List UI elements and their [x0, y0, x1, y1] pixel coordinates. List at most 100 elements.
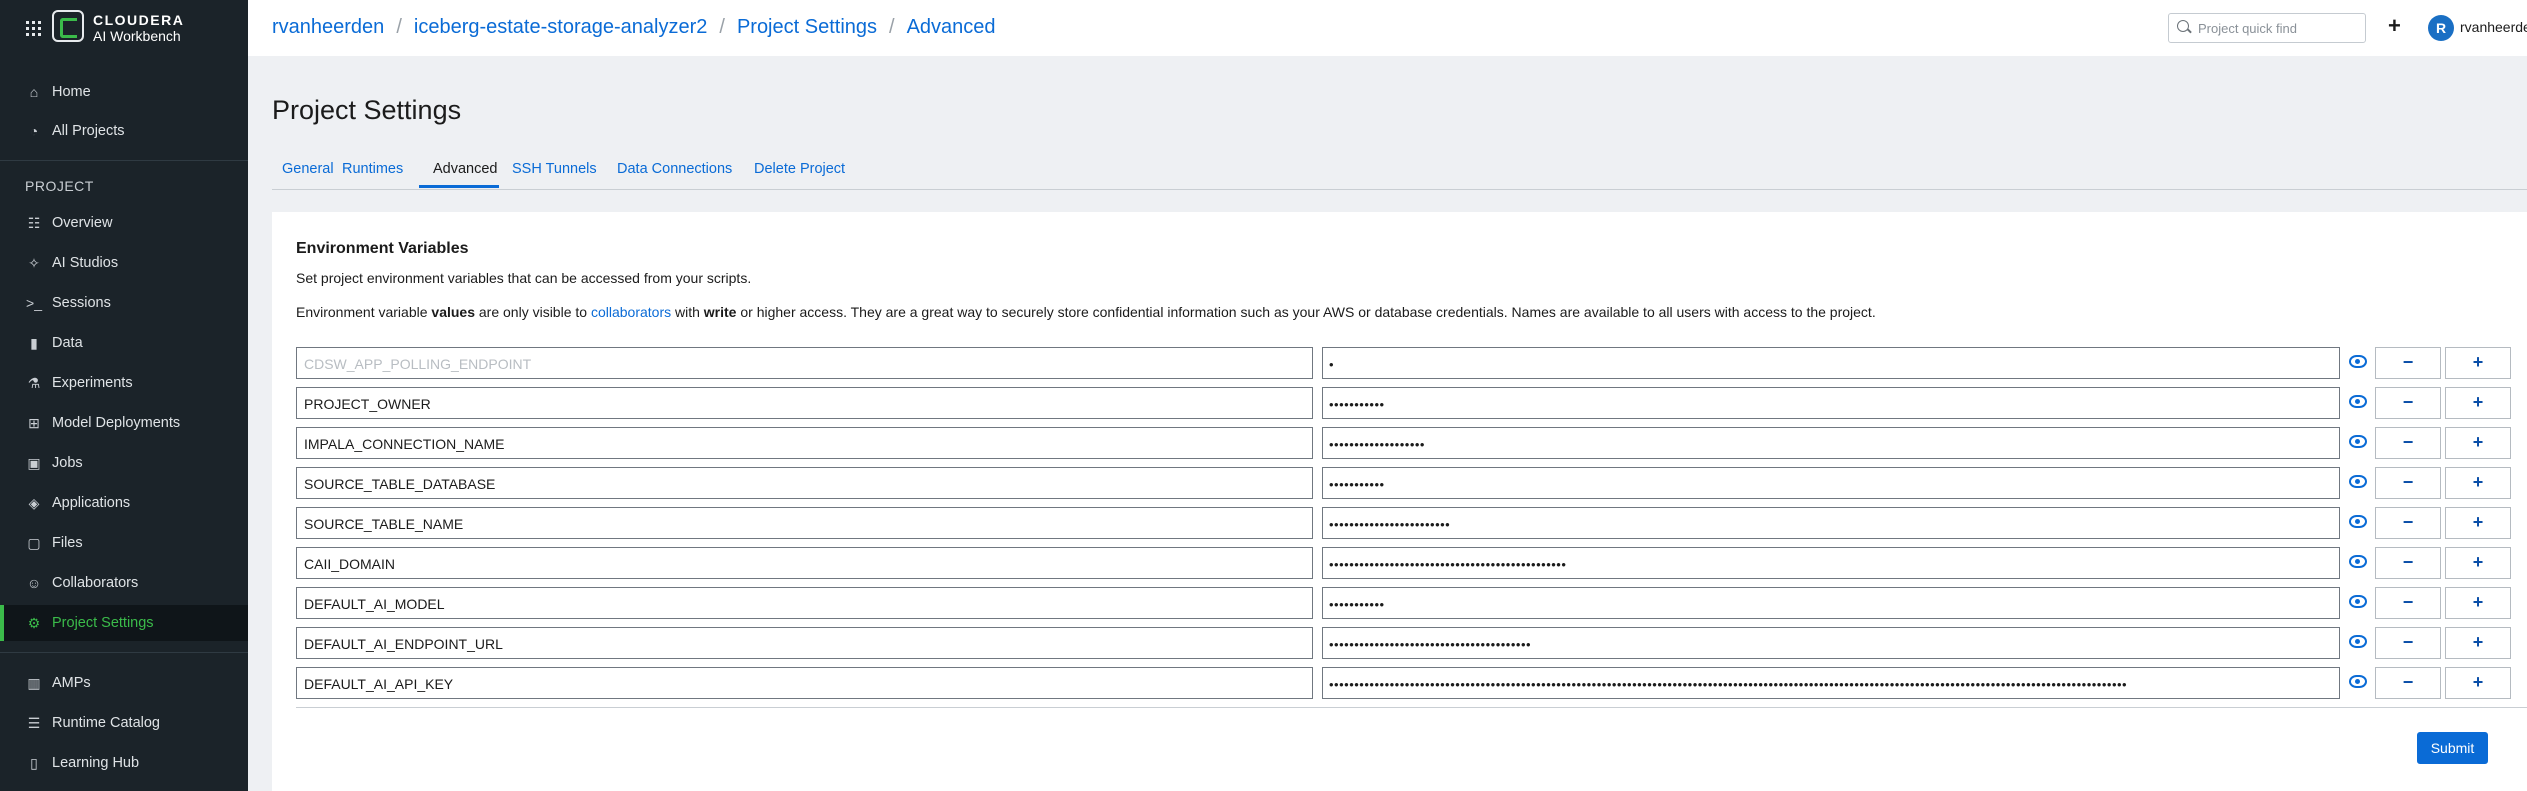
add-row-button[interactable]: +	[2445, 627, 2511, 659]
sidebar-item-label: Jobs	[52, 455, 83, 471]
sidebar-item-collaborators[interactable]: ☺ Collaborators	[0, 565, 248, 601]
env-var-name-input[interactable]: CDSW_APP_POLLING_ENDPOINT	[296, 347, 1313, 379]
remove-row-button[interactable]: −	[2375, 427, 2441, 459]
remove-row-button[interactable]: −	[2375, 627, 2441, 659]
sidebar-item-overview[interactable]: ☷ Overview	[0, 205, 248, 241]
env-var-name-input[interactable]: DEFAULT_AI_ENDPOINT_URL	[296, 627, 1313, 659]
sidebar-item-label: AI Studios	[52, 255, 119, 271]
app-grid-icon[interactable]	[26, 21, 41, 36]
env-var-name-input[interactable]: IMPALA_CONNECTION_NAME	[296, 427, 1313, 459]
sidebar-item-ai-studios[interactable]: ✧ AI Studios	[0, 245, 248, 281]
add-row-button[interactable]: +	[2445, 347, 2511, 379]
sidebar-item-experiments[interactable]: ⚗ Experiments	[0, 365, 248, 401]
project-quick-find-input[interactable]: Project quick find	[2168, 13, 2366, 43]
sidebar-item-model-deployments[interactable]: ⊞ Model Deployments	[0, 405, 248, 441]
create-new-button[interactable]: +	[2388, 13, 2401, 39]
sidebar-item-data[interactable]: ▮ Data	[0, 325, 248, 361]
env-var-value-input[interactable]: •	[1322, 347, 2340, 379]
remove-row-button[interactable]: −	[2375, 387, 2441, 419]
env-var-value-input[interactable]: •••••••••••••••••••	[1322, 427, 2340, 459]
sidebar-item-all-projects[interactable]: ◔ All Projects	[0, 113, 248, 149]
sidebar-item-home[interactable]: ⌂ Home	[0, 74, 248, 110]
add-row-button[interactable]: +	[2445, 507, 2511, 539]
env-var-value-input[interactable]: •••••••••••	[1322, 387, 2340, 419]
breadcrumb-project[interactable]: iceberg-estate-storage-analyzer2	[414, 16, 708, 38]
remove-row-button[interactable]: −	[2375, 347, 2441, 379]
tab-data-connections[interactable]: Data Connections	[617, 161, 732, 177]
env-var-name-input[interactable]: DEFAULT_AI_MODEL	[296, 587, 1313, 619]
env-var-value-input[interactable]: ••••••••••••••••••••••••••••••••••••••••	[1322, 627, 2340, 659]
gear-icon: ⚙	[27, 614, 41, 631]
tab-advanced[interactable]: Advanced	[433, 161, 498, 177]
env-var-row: PROJECT_OWNER ••••••••••• − +	[296, 387, 2527, 419]
brand-logo-text[interactable]: CLOUDERA AI Workbench	[93, 12, 184, 44]
sidebar-item-applications[interactable]: ◈ Applications	[0, 485, 248, 521]
env-var-value-input[interactable]: •••••••••••	[1322, 587, 2340, 619]
sidebar-item-label: Learning Hub	[52, 755, 140, 771]
env-var-value-input[interactable]: ••••••••••••••••••••••••••••••••••••••••…	[1322, 667, 2340, 699]
tab-delete-project[interactable]: Delete Project	[754, 161, 845, 177]
note-text: are only visible to	[475, 304, 591, 320]
sidebar-item-files[interactable]: ▢ Files	[0, 525, 248, 561]
add-row-button[interactable]: +	[2445, 387, 2511, 419]
env-var-row: DEFAULT_AI_ENDPOINT_URL ••••••••••••••••…	[296, 627, 2527, 659]
tab-runtimes[interactable]: Runtimes	[342, 161, 403, 177]
add-row-button[interactable]: +	[2445, 587, 2511, 619]
sidebar-item-learning-hub[interactable]: ▯ Learning Hub	[0, 745, 248, 781]
note-bold-write: write	[703, 304, 737, 320]
sidebar-item-jobs[interactable]: ▣ Jobs	[0, 445, 248, 481]
sidebar-divider	[0, 652, 248, 653]
section-description: Set project environment variables that c…	[296, 270, 752, 286]
show-value-eye-icon[interactable]	[2349, 435, 2367, 448]
env-var-value-input[interactable]: ••••••••••••••••••••••••	[1322, 507, 2340, 539]
show-value-eye-icon[interactable]	[2349, 395, 2367, 408]
sidebar-item-project-settings[interactable]: ⚙ Project Settings	[0, 605, 248, 641]
note-text: with	[671, 304, 704, 320]
sidebar-section-label: PROJECT	[25, 178, 94, 194]
model-icon: ⊞	[28, 414, 40, 431]
submit-button[interactable]: Submit	[2417, 732, 2488, 764]
show-value-eye-icon[interactable]	[2349, 355, 2367, 368]
sidebar-item-label: Data	[52, 335, 83, 351]
env-var-name-input[interactable]: PROJECT_OWNER	[296, 387, 1313, 419]
add-row-button[interactable]: +	[2445, 547, 2511, 579]
breadcrumb-user[interactable]: rvanheerden	[272, 16, 384, 38]
remove-row-button[interactable]: −	[2375, 507, 2441, 539]
breadcrumb-current[interactable]: Advanced	[907, 16, 996, 38]
env-var-name-input[interactable]: SOURCE_TABLE_DATABASE	[296, 467, 1313, 499]
active-tab-indicator	[419, 185, 499, 188]
remove-row-button[interactable]: −	[2375, 547, 2441, 579]
env-var-value-input[interactable]: •••••••••••	[1322, 467, 2340, 499]
show-value-eye-icon[interactable]	[2349, 595, 2367, 608]
tab-ssh-tunnels[interactable]: SSH Tunnels	[512, 161, 597, 177]
remove-row-button[interactable]: −	[2375, 587, 2441, 619]
avatar[interactable]: R	[2428, 15, 2454, 41]
user-name[interactable]: rvanheerden	[2460, 19, 2527, 35]
amps-icon: ▥	[27, 674, 41, 691]
tab-general[interactable]: General	[282, 161, 334, 177]
env-var-name-input[interactable]: SOURCE_TABLE_NAME	[296, 507, 1313, 539]
sidebar-item-amps[interactable]: ▥ AMPs	[0, 665, 248, 701]
env-var-name-input[interactable]: DEFAULT_AI_API_KEY	[296, 667, 1313, 699]
env-var-name-input[interactable]: CAII_DOMAIN	[296, 547, 1313, 579]
show-value-eye-icon[interactable]	[2349, 515, 2367, 528]
show-value-eye-icon[interactable]	[2349, 555, 2367, 568]
remove-row-button[interactable]: −	[2375, 667, 2441, 699]
top-bar: rvanheerden / iceberg-estate-storage-analy…	[248, 0, 2527, 56]
add-row-button[interactable]: +	[2445, 667, 2511, 699]
add-row-button[interactable]: +	[2445, 467, 2511, 499]
settings-panel	[272, 212, 2527, 791]
show-value-eye-icon[interactable]	[2349, 475, 2367, 488]
sidebar-item-sessions[interactable]: >_ Sessions	[0, 285, 248, 321]
show-value-eye-icon[interactable]	[2349, 635, 2367, 648]
env-var-value-input[interactable]: ••••••••••••••••••••••••••••••••••••••••…	[1322, 547, 2340, 579]
show-value-eye-icon[interactable]	[2349, 675, 2367, 688]
sidebar: CLOUDERA AI Workbench ⌂ Home ◔ All Proje…	[0, 0, 248, 791]
breadcrumb-settings[interactable]: Project Settings	[737, 16, 877, 38]
add-row-button[interactable]: +	[2445, 427, 2511, 459]
remove-row-button[interactable]: −	[2375, 467, 2441, 499]
brand-header: CLOUDERA AI Workbench	[0, 0, 248, 56]
sidebar-item-runtime-catalog[interactable]: ☰ Runtime Catalog	[0, 705, 248, 741]
settings-tabs: General Runtimes Advanced SSH Tunnels Da…	[272, 157, 2527, 190]
collaborators-link[interactable]: collaborators	[591, 304, 671, 320]
